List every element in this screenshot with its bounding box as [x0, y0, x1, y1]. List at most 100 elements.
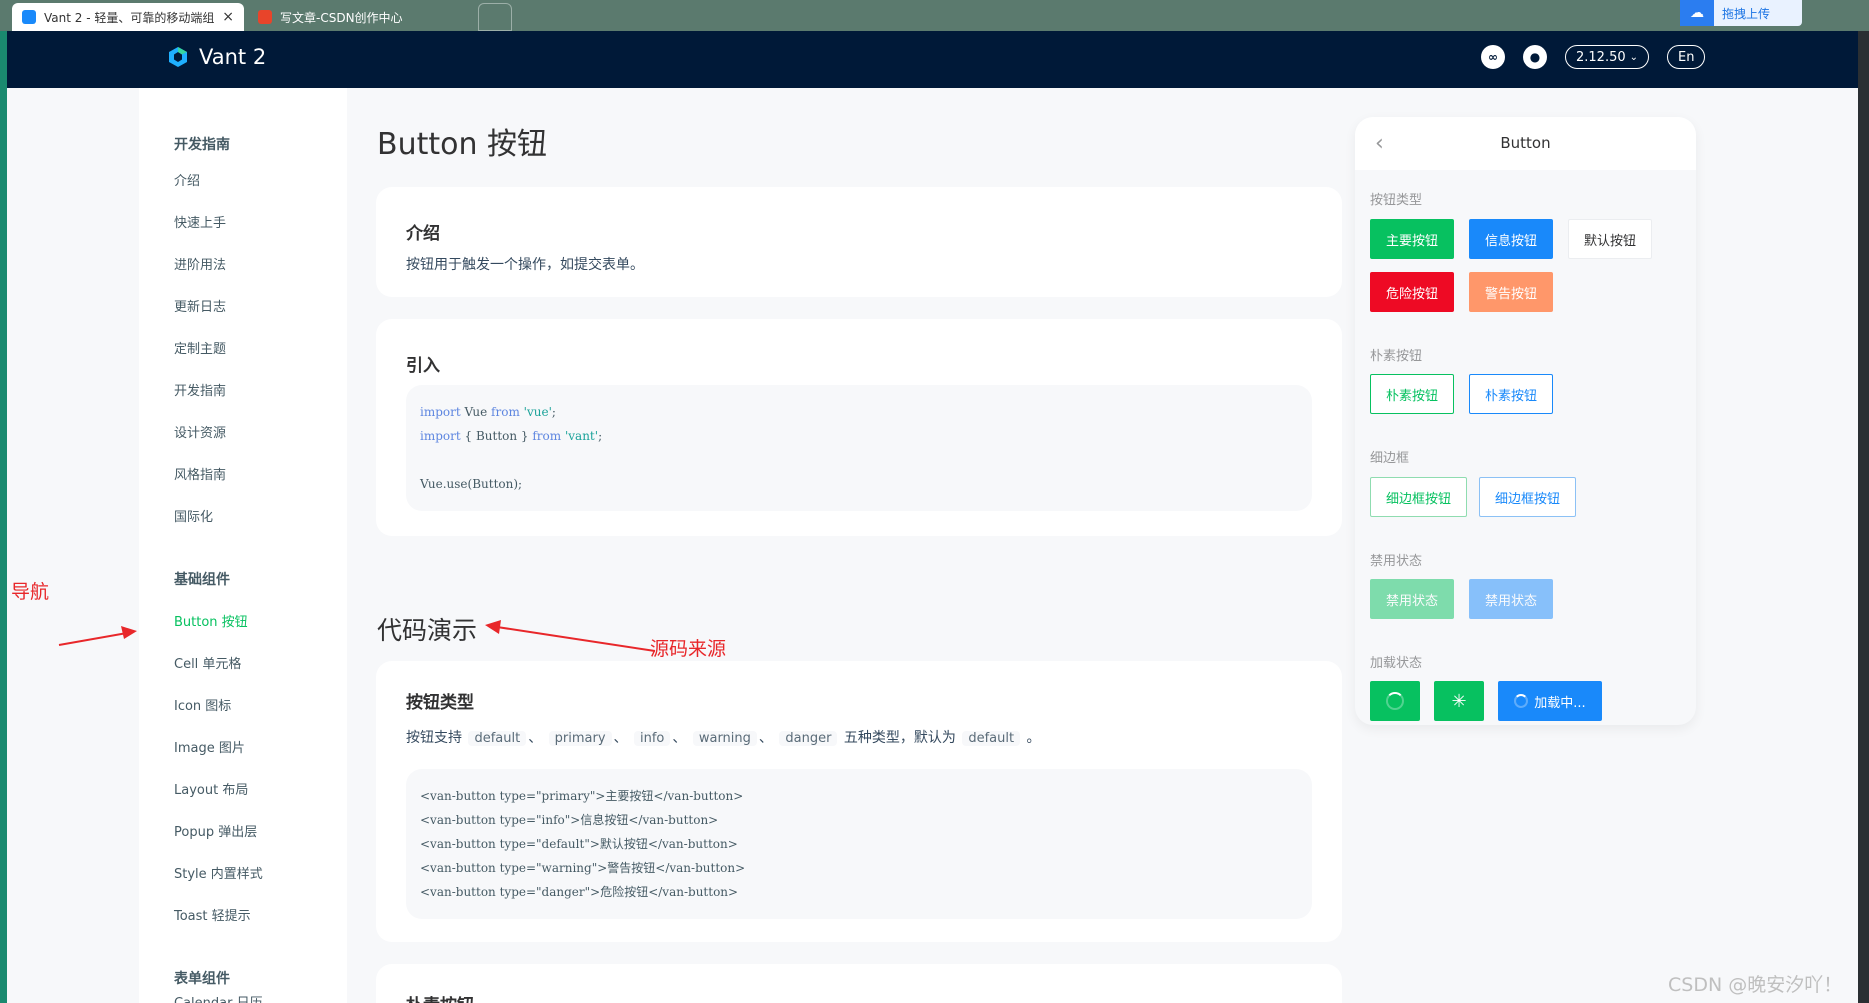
language-switch[interactable]: En: [1667, 45, 1706, 69]
hairline-primary-button[interactable]: 细边框按钮: [1370, 477, 1467, 517]
plain-info-button[interactable]: 朴素按钮: [1469, 374, 1553, 414]
disabled-primary-button: 禁用状态: [1370, 579, 1454, 619]
tab-label: Vant 2 - 轻量、可靠的移动端组: [44, 10, 215, 25]
sidebar-item[interactable]: Popup 弹出层: [174, 821, 257, 840]
primary-button[interactable]: 主要按钮: [1370, 219, 1454, 259]
loading-text: 加载中...: [1534, 695, 1586, 711]
sidebar-item-button[interactable]: Button 按钮: [174, 611, 248, 630]
sidebar-nav: 开发指南 介绍 快速上手 进阶用法 更新日志 定制主题 开发指南 设计资源 风格…: [139, 88, 347, 1003]
sidebar-item[interactable]: 定制主题: [174, 338, 226, 357]
sidebar-item[interactable]: Style 内置样式: [174, 863, 263, 882]
loading-text-button[interactable]: 加载中...: [1498, 681, 1602, 721]
import-code-block: import Vue from 'vue'; import { Button }…: [406, 385, 1312, 511]
demo-label: 禁用状态: [1370, 554, 1423, 569]
spinner-icon: [1514, 694, 1529, 708]
sidebar-item[interactable]: 开发指南: [174, 380, 226, 399]
import-title: 引入: [406, 356, 440, 376]
sidebar-item[interactable]: 风格指南: [174, 464, 226, 483]
demo-label: 按钮类型: [1370, 193, 1423, 208]
inline-code: danger: [779, 731, 838, 746]
inline-code: default: [962, 731, 1021, 746]
sidebar-item[interactable]: Calendar 日历: [174, 992, 263, 1003]
inline-code: warning: [692, 731, 757, 746]
code-line: <van-button type="warning">警告按钮</van-but…: [420, 861, 746, 875]
sidebar-group-title: 开发指南: [174, 137, 230, 153]
new-tab-button[interactable]: [478, 3, 512, 31]
preview-title: Button: [1500, 134, 1551, 152]
sidebar-item[interactable]: Layout 布局: [174, 779, 248, 798]
sidebar-item[interactable]: Toast 轻提示: [174, 905, 251, 924]
arrow-nav-icon: [58, 626, 137, 646]
demo-label: 朴素按钮: [1370, 349, 1423, 364]
sidebar-item[interactable]: 快速上手: [174, 212, 226, 231]
intro-title: 介绍: [406, 224, 440, 244]
types-text: 按钮支持 default、 primary、 info、 warning、 da…: [406, 730, 1041, 746]
sidebar-item[interactable]: 进阶用法: [174, 254, 226, 273]
warning-button[interactable]: 警告按钮: [1469, 272, 1553, 312]
annotation-source: 源码来源: [650, 638, 727, 660]
demo-section-title: 代码演示: [377, 616, 478, 645]
tab-label: 写文章-CSDN创作中心: [280, 10, 403, 25]
version-select[interactable]: 2.12.50 ⌄: [1565, 45, 1650, 69]
version-label: 2.12.50: [1576, 49, 1626, 65]
browser-tabbar: Vant 2 - 轻量、可靠的移动端组 × 写文章-CSDN创作中心 ☁ 拖拽上…: [0, 0, 1869, 31]
code-line: <van-button type="default">默认按钮</van-but…: [420, 837, 738, 851]
sidebar-item[interactable]: Icon 图标: [174, 695, 231, 714]
sidebar-item[interactable]: 国际化: [174, 506, 213, 525]
plain-title: 朴素按钮: [406, 991, 474, 1003]
mobile-preview: ‹ Button 按钮类型 主要按钮 信息按钮 默认按钮 危险按钮 警告按钮 朴…: [1355, 117, 1696, 725]
plain-card: 朴素按钮: [376, 964, 1342, 1003]
csdn-favicon-icon: [258, 10, 272, 24]
code-line: <van-button type="danger">危险按钮</van-butt…: [420, 885, 739, 899]
github-icon[interactable]: ●: [1523, 45, 1547, 69]
intro-text: 按钮用于触发一个操作，如提交表单。: [406, 257, 644, 273]
weapp-icon[interactable]: ∞: [1481, 45, 1505, 69]
import-card: 引入 import Vue from 'vue'; import { Butto…: [376, 319, 1342, 536]
default-button[interactable]: 默认按钮: [1568, 219, 1652, 259]
inline-code: default: [468, 731, 527, 746]
sidebar-item[interactable]: 设计资源: [174, 422, 226, 441]
browser-tab-vant[interactable]: Vant 2 - 轻量、可靠的移动端组 ×: [12, 3, 244, 31]
sidebar-item[interactable]: 更新日志: [174, 296, 226, 315]
code-line: Vue.use(Button);: [420, 477, 523, 491]
brand[interactable]: Vant 2: [167, 45, 266, 69]
vant-docs-app: Vant 2 ∞ ● 2.12.50 ⌄ En 开发指南 介绍 快速上手 进阶用…: [7, 31, 1865, 1003]
sidebar-item[interactable]: Cell 单元格: [174, 653, 241, 672]
sidebar-item[interactable]: 介绍: [174, 170, 200, 189]
vant-logo-icon: [169, 47, 187, 67]
info-button[interactable]: 信息按钮: [1469, 219, 1553, 259]
window-edge: [1858, 31, 1869, 1003]
types-code-block: <van-button type="primary">主要按钮</van-but…: [406, 769, 1312, 919]
types-text-end: 。: [1026, 730, 1041, 746]
code-line: <van-button type="info">信息按钮</van-button…: [420, 813, 719, 827]
navbar-actions: ∞ ● 2.12.50 ⌄ En: [1481, 45, 1723, 69]
arrow-source-icon: [485, 620, 656, 652]
sidebar-group-title: 基础组件: [174, 572, 230, 588]
sidebar-item[interactable]: Image 图片: [174, 737, 245, 756]
code-line: import Vue from 'vue';: [420, 405, 556, 419]
inline-code: info: [634, 731, 671, 746]
types-card: 按钮类型 按钮支持 default、 primary、 info、 warnin…: [376, 661, 1342, 942]
disabled-info-button: 禁用状态: [1469, 579, 1553, 619]
page-title: Button 按钮: [377, 127, 548, 162]
demo-label: 细边框: [1370, 451, 1410, 466]
browser-tab-csdn[interactable]: 写文章-CSDN创作中心: [248, 3, 476, 31]
watermark: CSDN @晚安汐吖！: [1668, 974, 1843, 996]
hairline-info-button[interactable]: 细边框按钮: [1479, 477, 1576, 517]
upload-button[interactable]: ☁ 拖拽上传: [1680, 0, 1802, 26]
plain-primary-button[interactable]: 朴素按钮: [1370, 374, 1454, 414]
types-text-prefix: 按钮支持: [406, 730, 462, 746]
types-text-suffix: 五种类型，默认为: [843, 730, 956, 746]
danger-button[interactable]: 危险按钮: [1370, 272, 1454, 312]
loading-button[interactable]: [1370, 681, 1420, 721]
loading-button-spinner[interactable]: ✳: [1434, 681, 1484, 721]
spinner-icon: ✳: [1451, 690, 1467, 712]
annotation-nav: 导航: [11, 581, 50, 603]
chevron-down-icon: ⌄: [1629, 51, 1639, 63]
preview-header: ‹ Button: [1355, 117, 1696, 170]
close-icon[interactable]: ×: [222, 9, 234, 25]
cloud-icon: ☁: [1680, 0, 1714, 26]
sidebar-group-title: 表单组件: [174, 971, 230, 987]
demo-label: 加载状态: [1370, 656, 1423, 671]
vant-favicon-icon: [22, 10, 36, 24]
